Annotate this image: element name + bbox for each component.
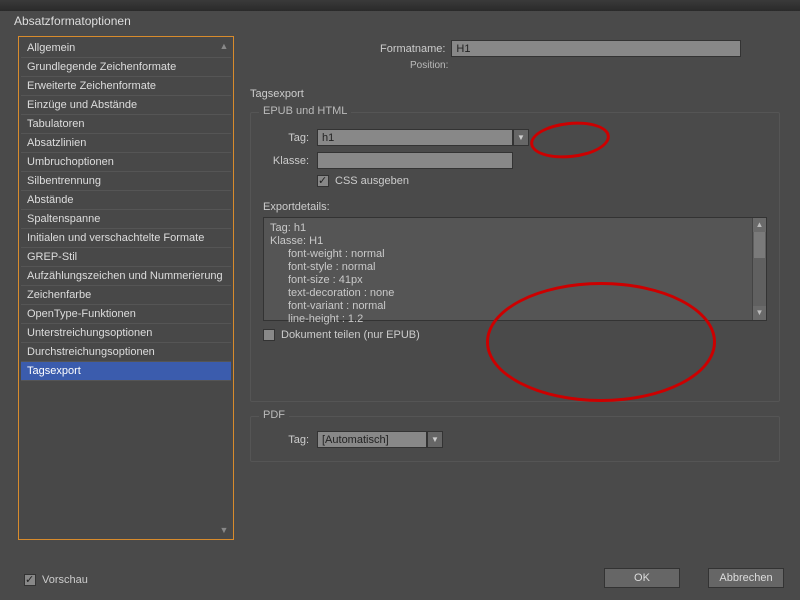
formatname-input[interactable]: [451, 40, 741, 57]
scrollbar-up-icon[interactable]: ▲: [753, 218, 766, 232]
pdf-tag-input[interactable]: [317, 431, 427, 448]
position-label: Position:: [410, 60, 448, 71]
pdf-tag-dropdown-button[interactable]: ▼: [427, 431, 443, 448]
category-sidebar: ▲ AllgemeinGrundlegende ZeichenformateEr…: [18, 36, 234, 540]
sidebar-item[interactable]: Grundlegende Zeichenformate: [21, 58, 231, 77]
ok-button[interactable]: OK: [604, 568, 680, 588]
pdf-group: PDF Tag: ▼: [250, 416, 780, 462]
epub-html-group: EPUB und HTML Tag: ▼ Klasse: CSS ausgebe…: [250, 112, 780, 402]
sidebar-item[interactable]: OpenType-Funktionen: [21, 305, 231, 324]
detail-line: font-weight : normal: [270, 248, 760, 261]
scrollbar-thumb[interactable]: [754, 232, 765, 258]
detail-line: text-decoration : none: [270, 287, 760, 300]
epub-tag-label: Tag:: [263, 132, 309, 144]
formatname-label: Formatname:: [380, 43, 445, 55]
cancel-button[interactable]: Abbrechen: [708, 568, 784, 588]
window-title: Absatzformatoptionen: [14, 14, 131, 28]
epub-klasse-input[interactable]: [317, 152, 513, 169]
sidebar-item[interactable]: Unterstreichungsoptionen: [21, 324, 231, 343]
detail-line: font-style : normal: [270, 261, 760, 274]
scrollbar-down-icon[interactable]: ▼: [753, 306, 766, 320]
preview-label: Vorschau: [42, 574, 88, 586]
sidebar-item[interactable]: Silbentrennung: [21, 172, 231, 191]
css-output-label: CSS ausgeben: [335, 175, 409, 187]
sidebar-item[interactable]: Zeichenfarbe: [21, 286, 231, 305]
sidebar-item[interactable]: Allgemein: [21, 39, 231, 58]
exportdetails-box: Tag: h1 Klasse: H1 font-weight : normal …: [263, 217, 767, 321]
sidebar-item[interactable]: Absatzlinien: [21, 134, 231, 153]
epub-tag-dropdown-button[interactable]: ▼: [513, 129, 529, 146]
detail-line: Tag: h1: [270, 222, 760, 235]
pdf-legend: PDF: [259, 409, 289, 421]
detail-line: font-size : 41px: [270, 274, 760, 287]
sidebar-item[interactable]: Tabulatoren: [21, 115, 231, 134]
sidebar-item[interactable]: Abstände: [21, 191, 231, 210]
preview-checkbox[interactable]: [24, 574, 36, 586]
sidebar-item[interactable]: Spaltenspanne: [21, 210, 231, 229]
sidebar-item[interactable]: Durchstreichungsoptionen: [21, 343, 231, 362]
sidebar-item[interactable]: Tagsexport: [21, 362, 231, 381]
sidebar-item[interactable]: GREP-Stil: [21, 248, 231, 267]
document-split-checkbox[interactable]: [263, 329, 275, 341]
pdf-tag-label: Tag:: [263, 434, 309, 446]
detail-line: Klasse: H1: [270, 235, 760, 248]
css-output-checkbox[interactable]: [317, 175, 329, 187]
epub-klasse-label: Klasse:: [263, 155, 309, 167]
sidebar-item[interactable]: Umbruchoptionen: [21, 153, 231, 172]
sidebar-scroll-down[interactable]: ▼: [219, 525, 229, 535]
sidebar-item[interactable]: Initialen und verschachtelte Formate: [21, 229, 231, 248]
document-split-label: Dokument teilen (nur EPUB): [281, 329, 420, 341]
detail-line: line-height : 1.2: [270, 313, 760, 326]
exportdetails-label: Exportdetails:: [263, 201, 767, 213]
detail-line: font-variant : normal: [270, 300, 760, 313]
sidebar-item[interactable]: Einzüge und Abstände: [21, 96, 231, 115]
sidebar-item[interactable]: Erweiterte Zeichenformate: [21, 77, 231, 96]
section-title: Tagsexport: [250, 88, 304, 100]
epub-legend: EPUB und HTML: [259, 105, 351, 117]
sidebar-item[interactable]: Aufzählungszeichen und Nummerierung: [21, 267, 231, 286]
details-scrollbar[interactable]: ▲ ▼: [752, 218, 766, 320]
epub-tag-input[interactable]: [317, 129, 513, 146]
sidebar-scroll-up[interactable]: ▲: [219, 41, 229, 51]
